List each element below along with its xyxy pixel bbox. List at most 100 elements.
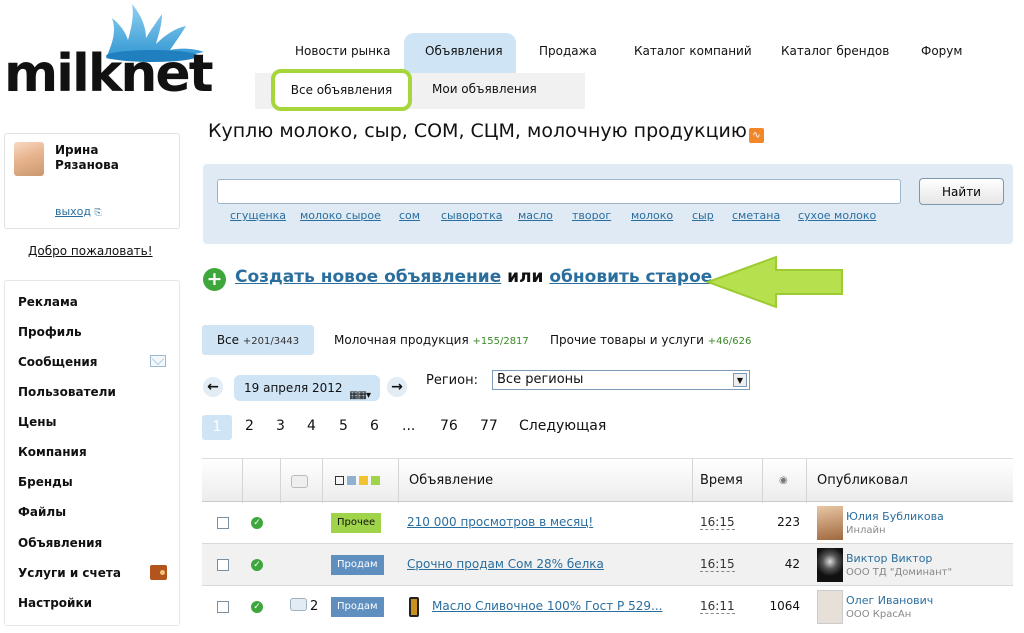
tab-all[interactable]: Все +201/3443 bbox=[202, 325, 314, 355]
create-ad-link[interactable]: Создать новое объявление bbox=[235, 267, 501, 287]
publisher-name[interactable]: Виктор Виктор bbox=[846, 552, 932, 565]
category-badge[interactable]: Прочее bbox=[331, 513, 382, 533]
sidebar-item-ads[interactable]: Объявления bbox=[18, 536, 102, 550]
tab-dairy[interactable]: Молочная продукция +155/2817 bbox=[334, 333, 529, 347]
prev-day-arrow-icon[interactable]: ← bbox=[203, 377, 223, 397]
eye-icon[interactable]: ◉ bbox=[779, 475, 788, 486]
chevron-down-icon: ▼ bbox=[733, 373, 747, 387]
calendar-icon: ▦▦▾ bbox=[349, 390, 371, 401]
update-ad-link[interactable]: обновить старое bbox=[549, 267, 712, 287]
search-tag[interactable]: творог bbox=[572, 209, 611, 222]
subnav-all-ads[interactable]: Все объявления bbox=[271, 69, 412, 111]
page-link[interactable]: 4 bbox=[307, 418, 316, 434]
user-first-name: Ирина bbox=[55, 143, 99, 157]
sidebar-item-users[interactable]: Пользователи bbox=[18, 385, 116, 399]
col-ad-header[interactable]: Объявление bbox=[409, 473, 493, 488]
search-button[interactable]: Найти bbox=[919, 178, 1004, 205]
page-link[interactable]: 3 bbox=[276, 418, 285, 434]
col-published-header[interactable]: Опубликовал bbox=[817, 473, 908, 488]
publisher-name[interactable]: Олег Иванович bbox=[846, 594, 933, 607]
publisher-name[interactable]: Юлия Бубликова bbox=[846, 510, 944, 523]
sidebar-item-brands[interactable]: Бренды bbox=[18, 475, 73, 489]
ad-time: 16:15 bbox=[700, 557, 735, 572]
avatar[interactable] bbox=[817, 548, 843, 582]
search-tag[interactable]: сгущенка bbox=[230, 209, 286, 222]
date-picker[interactable]: 19 апреля 2012 ▦▦▾ bbox=[234, 375, 380, 401]
next-day-arrow-icon[interactable]: → bbox=[387, 377, 407, 397]
search-tag[interactable]: сыр bbox=[692, 209, 714, 222]
comments-header-icon[interactable] bbox=[291, 475, 311, 491]
search-tag[interactable]: сом bbox=[399, 209, 420, 222]
table-row: ✓ Продам Срочно продам Сом 28% белка 16:… bbox=[202, 544, 1013, 586]
ad-title-link[interactable]: 210 000 просмотров в месяц! bbox=[407, 515, 593, 529]
plus-icon[interactable]: + bbox=[203, 268, 226, 291]
sidebar-item-messages[interactable]: Сообщения bbox=[18, 355, 97, 369]
tab-dairy-count: +155/2817 bbox=[472, 336, 529, 347]
region-value: Все регионы bbox=[497, 372, 584, 387]
search-tag[interactable]: сыворотка bbox=[441, 209, 502, 222]
logout-label: выход bbox=[55, 205, 92, 218]
page-link[interactable]: 6 bbox=[370, 418, 379, 434]
page-title: Куплю молоко, сыр, СОМ, СЦМ, молочную пр… bbox=[208, 120, 764, 143]
sidebar-item-prices[interactable]: Цены bbox=[18, 415, 56, 429]
search-tag[interactable]: сметана bbox=[732, 209, 780, 222]
page-link[interactable]: 76 bbox=[440, 418, 458, 434]
region-select[interactable]: Все регионы ▼ bbox=[492, 370, 750, 390]
comments-count[interactable]: 2 bbox=[290, 598, 318, 614]
page-next[interactable]: Следующая bbox=[519, 418, 606, 434]
avatar[interactable] bbox=[817, 506, 843, 540]
tab-other[interactable]: Прочие товары и услуги +46/626 bbox=[550, 333, 751, 347]
col-time-header[interactable]: Время bbox=[700, 473, 743, 488]
milknet-logo[interactable]: milknet bbox=[4, 0, 220, 108]
nav-brands[interactable]: Каталог брендов bbox=[781, 44, 889, 58]
sidebar-item-billing[interactable]: Услуги и счета bbox=[18, 566, 121, 580]
tab-all-label: Все bbox=[216, 333, 240, 347]
ad-views: 223 bbox=[777, 515, 800, 529]
ad-title-link[interactable]: Масло Сливочное 100% Гост Р 529... bbox=[432, 599, 662, 613]
sidebar-item-ads-promo[interactable]: Реклама bbox=[18, 295, 78, 309]
row-checkbox[interactable] bbox=[217, 559, 229, 571]
search-tag[interactable]: сухое молоко bbox=[798, 209, 876, 222]
check-icon: ✓ bbox=[251, 517, 263, 529]
page-link[interactable]: 2 bbox=[245, 418, 254, 434]
welcome-link[interactable]: Добро пожаловать! bbox=[28, 244, 153, 258]
envelope-icon[interactable] bbox=[150, 355, 166, 367]
search-tag[interactable]: масло bbox=[518, 209, 553, 222]
page-title-text: Куплю молоко, сыр, СОМ, СЦМ, молочную пр… bbox=[208, 120, 747, 142]
create-ad-line: Создать новое объявление или обновить ст… bbox=[235, 267, 712, 287]
logo-text: milknet bbox=[4, 44, 214, 104]
user-last-name: Рязанова bbox=[55, 158, 119, 172]
nav-news[interactable]: Новости рынка bbox=[295, 44, 391, 58]
subnav-my-ads[interactable]: Мои объявления bbox=[432, 82, 537, 96]
ad-title-link[interactable]: Срочно продам Сом 28% белка bbox=[407, 557, 604, 571]
rss-icon[interactable]: ∿ bbox=[748, 128, 764, 143]
nav-ads[interactable]: Объявления bbox=[425, 44, 503, 58]
sidebar-item-files[interactable]: Файлы bbox=[18, 505, 66, 519]
create-or-text: или bbox=[507, 267, 544, 287]
category-badge[interactable]: Продам bbox=[331, 597, 384, 617]
wallet-icon[interactable] bbox=[150, 565, 167, 580]
category-badge[interactable]: Продам bbox=[331, 555, 384, 575]
page-link[interactable]: 5 bbox=[339, 418, 348, 434]
sidebar-item-company[interactable]: Компания bbox=[18, 445, 87, 459]
nav-companies[interactable]: Каталог компаний bbox=[634, 44, 752, 58]
table-row: ✓ 2 Продам Масло Сливочное 100% Гост Р 5… bbox=[202, 586, 1013, 633]
table-row: ✓ Прочее 210 000 просмотров в месяц! 16:… bbox=[202, 502, 1013, 544]
sidebar-item-profile[interactable]: Профиль bbox=[18, 325, 82, 339]
avatar[interactable] bbox=[817, 590, 843, 624]
nav-sale[interactable]: Продажа bbox=[539, 44, 597, 58]
page-current[interactable]: 1 bbox=[202, 415, 232, 440]
publisher-company: ООО КрасАн bbox=[846, 609, 912, 620]
logout-link[interactable]: выход ⎘ bbox=[55, 205, 102, 218]
row-checkbox[interactable] bbox=[217, 601, 229, 613]
search-tag[interactable]: молоко сырое bbox=[300, 209, 381, 222]
search-tag[interactable]: молоко bbox=[631, 209, 673, 222]
avatar[interactable] bbox=[14, 142, 44, 176]
row-checkbox[interactable] bbox=[217, 517, 229, 529]
sidebar-item-settings[interactable]: Настройки bbox=[18, 596, 92, 610]
nav-forum[interactable]: Форум bbox=[921, 44, 962, 58]
search-input[interactable] bbox=[217, 179, 901, 204]
page-link[interactable]: 77 bbox=[480, 418, 498, 434]
comments-count-value: 2 bbox=[310, 599, 319, 614]
badge-filter-icon[interactable] bbox=[335, 474, 380, 489]
